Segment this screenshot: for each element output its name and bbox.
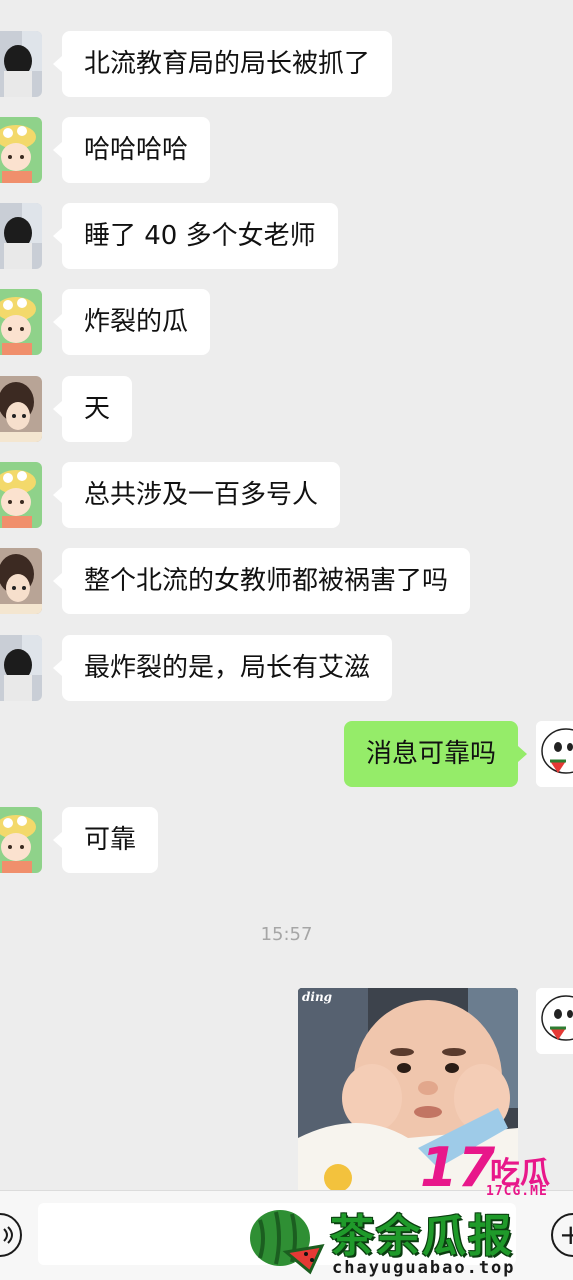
incoming-bubble[interactable]: 整个北流的女教师都被祸害了吗 (52, 548, 471, 614)
avatar-yellow-cap[interactable] (0, 117, 42, 183)
avatar-brown-hair[interactable] (0, 376, 42, 442)
incoming-bubble[interactable]: 哈哈哈哈 (52, 117, 211, 183)
message-row: 可靠 (0, 807, 573, 873)
message-row: 总共涉及一百多号人 (0, 462, 573, 528)
sticker-tag: ding (302, 990, 333, 1004)
incoming-bubble[interactable]: 睡了 40 多个女老师 (53, 203, 338, 269)
avatar-yellow-cap[interactable] (0, 462, 42, 528)
message-row: 哈哈哈哈 (0, 117, 573, 183)
message-row: 北流教育局的局长被抓了 (0, 31, 573, 97)
message-row: 最炸裂的是，局长有艾滋 (0, 635, 573, 701)
incoming-bubble[interactable]: 天 (52, 376, 133, 442)
watermark-domain: 17CG.ME (486, 1184, 548, 1199)
incoming-bubble[interactable]: 可靠 (52, 807, 159, 873)
avatar-yellow-cap[interactable] (0, 807, 42, 873)
avatar-melon-face[interactable] (536, 988, 573, 1054)
chat-area[interactable]: 北流教育局的局长被抓了 哈哈哈哈 睡了 40 多个女老师 炸裂的瓜 天 总共涉及… (0, 0, 573, 1198)
timestamp: 15:57 (260, 924, 313, 945)
incoming-bubble[interactable]: 总共涉及一百多号人 (52, 462, 341, 528)
watermark-brand-domain: chayuguabao.top (332, 1258, 516, 1278)
message-row: 整个北流的女教师都被祸害了吗 (0, 548, 573, 614)
watermark-number: 17 (420, 1136, 496, 1199)
watermark-brand-title: 茶余瓜报 (330, 1211, 514, 1262)
avatar-dark-hair[interactable] (0, 203, 42, 269)
avatar-brown-hair[interactable] (0, 548, 42, 614)
avatar-melon-face[interactable] (536, 721, 573, 787)
avatar-dark-hair[interactable] (0, 635, 42, 701)
incoming-bubble[interactable]: 炸裂的瓜 (52, 289, 211, 355)
watermark-chayuguabao: 茶余瓜报 chayuguabao.top (246, 1204, 566, 1280)
incoming-bubble[interactable]: 最炸裂的是，局长有艾滋 (52, 635, 393, 701)
voice-icon[interactable] (0, 1213, 22, 1257)
watermark-17cg: 17 吃瓜 17CG.ME (420, 1136, 570, 1204)
avatar-yellow-cap[interactable] (0, 289, 42, 355)
message-row: 睡了 40 多个女老师 (0, 203, 573, 269)
avatar-dark-hair[interactable] (0, 31, 42, 97)
incoming-bubble[interactable]: 北流教育局的局长被抓了 (52, 31, 393, 97)
outgoing-bubble[interactable]: 消息可靠吗 (343, 721, 528, 787)
message-row: 消息可靠吗 (0, 721, 573, 787)
message-row: 天 (0, 376, 573, 442)
message-row: 炸裂的瓜 (0, 289, 573, 355)
watermelon-icon (246, 1206, 326, 1280)
